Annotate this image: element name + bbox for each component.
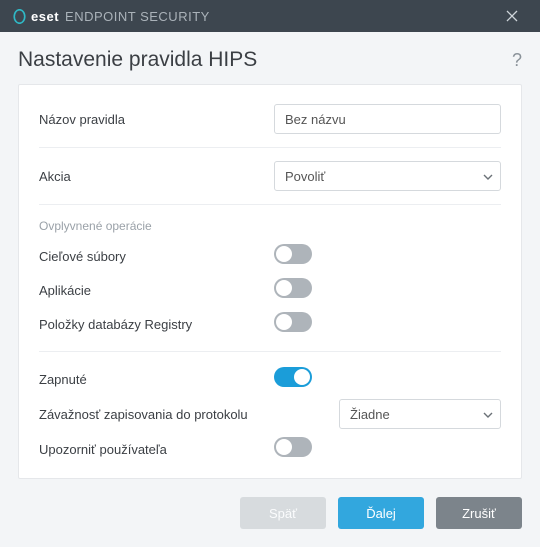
brand: eset ENDPOINT SECURITY [12, 9, 210, 24]
brand-name: eset [31, 9, 59, 24]
row-log-severity: Závažnosť zapisovania do protokolu Žiadn… [39, 396, 501, 432]
brand-logo: eset [12, 9, 59, 24]
notify-user-toggle[interactable] [274, 437, 312, 457]
settings-card: Názov pravidla Akcia Povoliť Ovplyvnené … [18, 84, 522, 479]
applications-toggle[interactable] [274, 278, 312, 298]
enabled-label: Zapnuté [39, 372, 274, 387]
help-icon[interactable]: ? [512, 50, 522, 71]
row-registry: Položky databázy Registry [39, 307, 501, 341]
row-rule-name: Názov pravidla [39, 101, 501, 137]
log-severity-select[interactable]: Žiadne [339, 399, 501, 429]
close-icon[interactable] [496, 0, 528, 32]
row-enabled: Zapnuté [39, 362, 501, 396]
enabled-toggle[interactable] [274, 367, 312, 387]
rule-name-label: Názov pravidla [39, 112, 274, 127]
row-applications: Aplikácie [39, 273, 501, 307]
row-notify-user: Upozorniť používateľa [39, 432, 501, 466]
applications-label: Aplikácie [39, 283, 274, 298]
separator [39, 147, 501, 148]
page-header: Nastavenie pravidla HIPS ? [18, 44, 522, 84]
back-button: Späť [240, 497, 326, 529]
target-files-toggle[interactable] [274, 244, 312, 264]
brand-logo-icon [12, 9, 27, 24]
titlebar: eset ENDPOINT SECURITY [0, 0, 540, 32]
separator [39, 204, 501, 205]
registry-label: Položky databázy Registry [39, 317, 274, 332]
row-target-files: Cieľové súbory [39, 239, 501, 273]
next-button[interactable]: Ďalej [338, 497, 424, 529]
product-name: ENDPOINT SECURITY [65, 9, 210, 24]
separator [39, 351, 501, 352]
cancel-button[interactable]: Zrušiť [436, 497, 522, 529]
action-select[interactable]: Povoliť [274, 161, 501, 191]
notify-user-label: Upozorniť používateľa [39, 442, 274, 457]
rule-name-input[interactable] [274, 104, 501, 134]
target-files-label: Cieľové súbory [39, 249, 274, 264]
page-title: Nastavenie pravidla HIPS [18, 48, 257, 72]
registry-toggle[interactable] [274, 312, 312, 332]
log-severity-label: Závažnosť zapisovania do protokolu [39, 407, 339, 422]
section-operations-title: Ovplyvnené operácie [39, 215, 501, 239]
action-label: Akcia [39, 169, 274, 184]
footer: Späť Ďalej Zrušiť [0, 479, 540, 547]
row-action: Akcia Povoliť [39, 158, 501, 194]
